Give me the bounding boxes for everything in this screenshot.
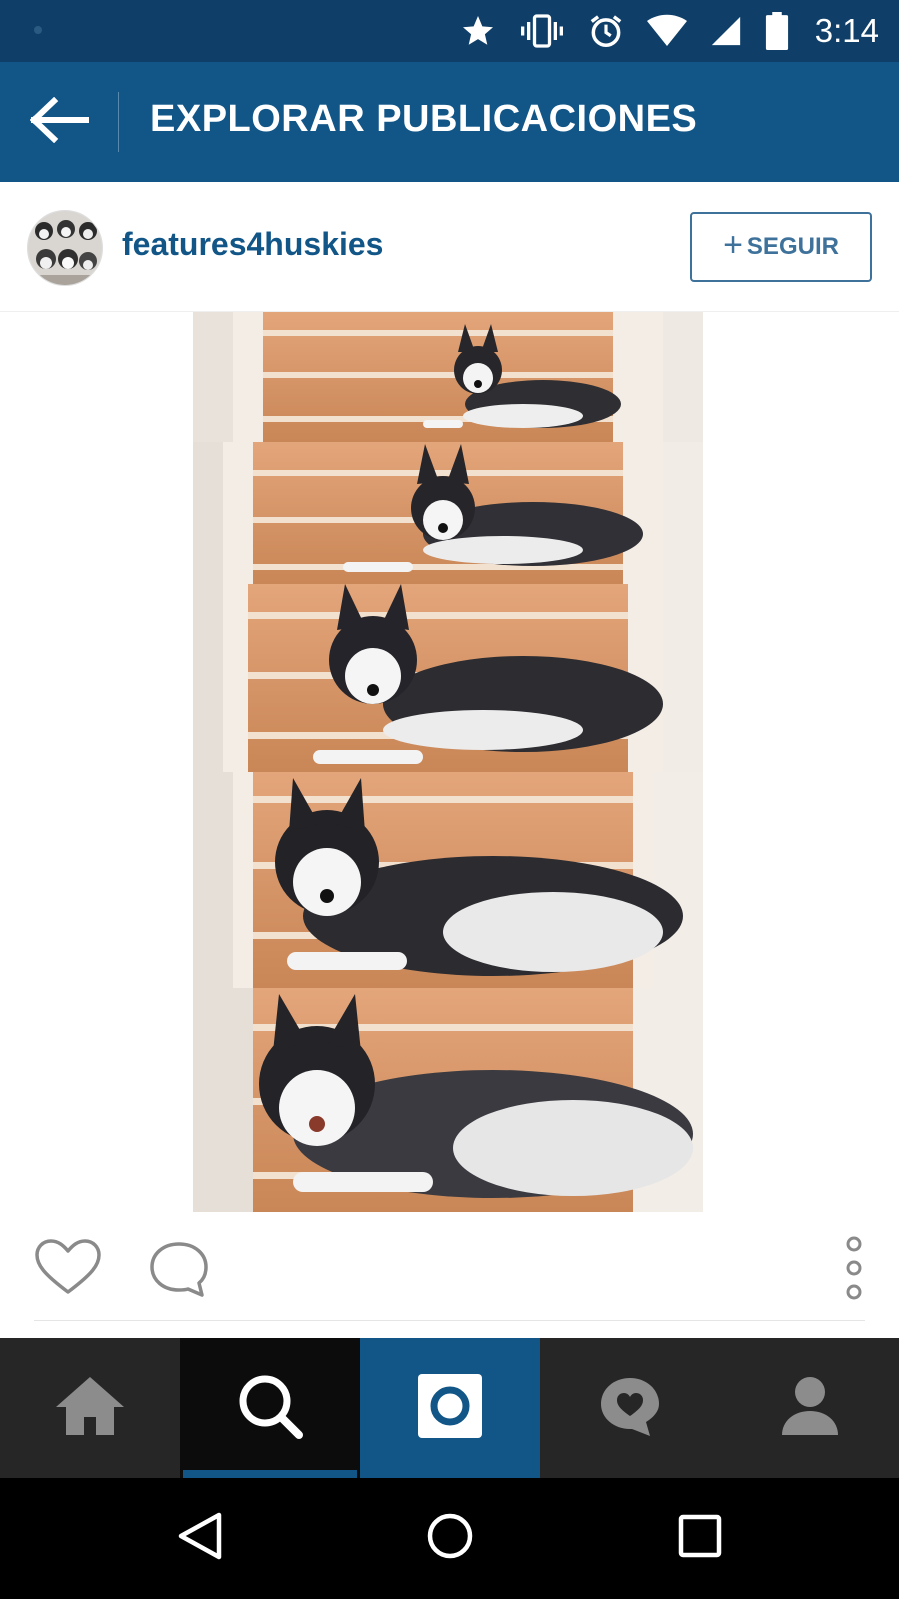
like-button[interactable] xyxy=(34,1238,102,1296)
photo-panel-3 xyxy=(193,584,703,772)
heart-bubble-icon xyxy=(598,1374,662,1442)
plus-icon: + xyxy=(723,226,743,264)
heart-icon xyxy=(34,1239,102,1300)
more-vertical-icon xyxy=(840,1236,868,1304)
post-header: features4huskies + SEGUIR xyxy=(0,182,899,312)
avatar-husky-collage xyxy=(28,220,102,285)
arrow-left-icon xyxy=(29,96,90,147)
app-bar-divider xyxy=(118,92,119,152)
alarm-icon xyxy=(587,12,625,50)
recents-square-icon xyxy=(678,1514,722,1562)
wifi-icon xyxy=(646,14,687,48)
comment-icon xyxy=(148,1242,210,1302)
signal-icon xyxy=(709,14,743,48)
photo-panel-5 xyxy=(193,988,703,1212)
nav-recents-button[interactable] xyxy=(670,1508,730,1568)
bottom-tab-bar xyxy=(0,1338,899,1478)
follow-label: SEGUIR xyxy=(746,233,839,260)
battery-icon xyxy=(765,12,789,50)
username-link[interactable]: features4huskies xyxy=(122,226,383,263)
system-nav-bar xyxy=(0,1478,899,1599)
back-triangle-icon xyxy=(177,1511,223,1565)
nav-back-button[interactable] xyxy=(170,1508,230,1568)
home-circle-icon xyxy=(426,1512,474,1564)
star-icon xyxy=(459,13,497,49)
search-icon xyxy=(237,1373,303,1443)
status-time: 3:14 xyxy=(814,12,879,49)
home-icon xyxy=(54,1375,126,1441)
tab-home[interactable] xyxy=(0,1338,180,1478)
avatar[interactable] xyxy=(27,210,103,286)
tab-search[interactable] xyxy=(180,1338,360,1478)
tab-profile[interactable] xyxy=(720,1338,899,1478)
back-button[interactable] xyxy=(28,94,92,150)
comment-button[interactable] xyxy=(148,1240,210,1298)
nav-home-button[interactable] xyxy=(420,1508,480,1568)
vibrate-icon xyxy=(519,13,565,49)
follow-button[interactable]: + SEGUIR xyxy=(690,212,872,282)
photo-panel-4 xyxy=(193,772,703,988)
post-actions xyxy=(0,1212,899,1322)
tab-camera[interactable] xyxy=(360,1338,540,1478)
actions-divider xyxy=(34,1320,865,1321)
more-options-button[interactable] xyxy=(840,1236,868,1300)
status-bar: 3:14 xyxy=(0,0,899,62)
post-photo[interactable] xyxy=(193,312,703,1212)
person-icon xyxy=(780,1375,840,1441)
notification-dot xyxy=(34,26,42,34)
page-title: EXPLORAR PUBLICACIONES xyxy=(150,98,698,140)
camera-icon xyxy=(418,1374,482,1442)
status-icons: 3:14 xyxy=(459,0,879,62)
tab-selected-indicator xyxy=(183,1470,357,1478)
tab-activity[interactable] xyxy=(540,1338,720,1478)
app-bar: EXPLORAR PUBLICACIONES xyxy=(0,62,899,182)
photo-panel-2 xyxy=(193,442,703,584)
photo-panel-1 xyxy=(193,312,703,442)
